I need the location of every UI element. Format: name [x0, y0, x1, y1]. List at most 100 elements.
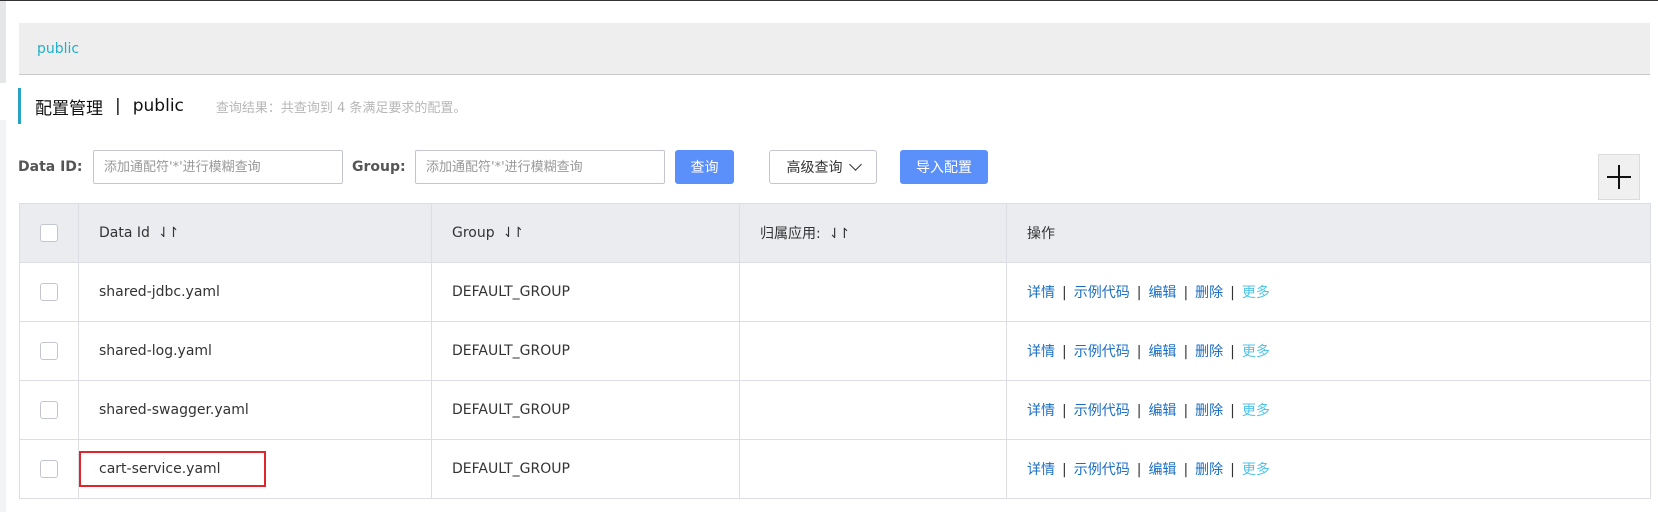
- delete-link[interactable]: 删除: [1195, 285, 1223, 301]
- action-separator: |: [1136, 462, 1142, 478]
- detail-link[interactable]: 详情: [1027, 403, 1055, 419]
- group-cell: DEFAULT_GROUP: [431, 380, 740, 440]
- column-header-group[interactable]: Group ⇃↾: [431, 203, 740, 263]
- select-all-cell: [19, 203, 79, 263]
- import-config-label: 导入配置: [916, 160, 972, 176]
- table-row: shared-log.yaml DEFAULT_GROUP 详情 | 示例代码 | 编辑…: [19, 321, 1651, 381]
- action-separator: |: [1230, 462, 1235, 478]
- data-id-cell: shared-jdbc.yaml: [78, 262, 432, 322]
- actions-cell: 详情 | 示例代码 | 编辑 | 删除 | 更多: [1006, 439, 1651, 499]
- column-header-label: Data Id: [99, 225, 150, 241]
- action-separator: |: [1062, 285, 1067, 301]
- action-separator: |: [1062, 462, 1067, 478]
- detail-link[interactable]: 详情: [1027, 462, 1055, 478]
- action-separator: |: [1136, 344, 1142, 360]
- edit-link[interactable]: 编辑: [1148, 462, 1176, 478]
- advanced-query-label: 高级查询: [786, 160, 843, 176]
- group-cell: DEFAULT_GROUP: [431, 321, 740, 381]
- row-select-cell: [19, 439, 79, 499]
- chevron-down-icon: [848, 158, 862, 171]
- more-link[interactable]: 更多: [1242, 462, 1270, 478]
- group-cell: DEFAULT_GROUP: [431, 439, 740, 499]
- app-cell: [739, 321, 1007, 381]
- action-separator: |: [1062, 344, 1067, 360]
- query-button-label: 查询: [690, 160, 719, 176]
- edit-link[interactable]: 编辑: [1148, 285, 1176, 301]
- group-label: Group:: [352, 159, 406, 175]
- namespace-bar: public: [19, 23, 1650, 75]
- sample-code-link[interactable]: 示例代码: [1074, 344, 1130, 360]
- data-id-label: Data ID:: [18, 159, 83, 175]
- row-select-cell: [19, 262, 79, 322]
- sample-code-link[interactable]: 示例代码: [1074, 285, 1130, 301]
- group-cell: DEFAULT_GROUP: [431, 262, 740, 322]
- app-cell: [739, 439, 1007, 499]
- data-id-cell: shared-log.yaml: [78, 321, 432, 381]
- left-strip: [0, 1, 6, 83]
- delete-link[interactable]: 删除: [1195, 344, 1223, 360]
- group-input[interactable]: [415, 150, 665, 184]
- column-header-data-id[interactable]: Data Id ⇃↾: [78, 203, 432, 263]
- action-separator: |: [1136, 403, 1142, 419]
- action-separator: |: [1230, 344, 1235, 360]
- action-separator: |: [1183, 403, 1189, 419]
- sort-icon[interactable]: ⇃↾: [158, 225, 180, 241]
- row-checkbox[interactable]: [40, 342, 58, 360]
- table-row: shared-swagger.yaml DEFAULT_GROUP 详情 | 示例代…: [19, 380, 1651, 440]
- advanced-query-button[interactable]: 高级查询: [769, 150, 877, 184]
- column-header-label: 操作: [1027, 226, 1055, 242]
- row-checkbox[interactable]: [40, 401, 58, 419]
- action-separator: |: [1183, 285, 1189, 301]
- row-select-cell: [19, 321, 79, 381]
- sort-icon[interactable]: ⇃↾: [503, 225, 525, 241]
- filter-bar: Data ID: Group: 查询 高级查询 导入配置: [18, 150, 1638, 184]
- edit-link[interactable]: 编辑: [1148, 403, 1176, 419]
- query-result-description: 查询结果：共查询到 4 条满足要求的配置。: [215, 100, 467, 116]
- actions-cell: 详情 | 示例代码 | 编辑 | 删除 | 更多: [1006, 262, 1651, 322]
- namespace-link-public[interactable]: public: [37, 41, 79, 57]
- delete-link[interactable]: 删除: [1195, 462, 1223, 478]
- column-header-app[interactable]: 归属应用: ⇃↾: [739, 203, 1007, 263]
- query-button[interactable]: 查询: [675, 150, 734, 184]
- page-title-main: 配置管理: [35, 98, 103, 119]
- action-separator: |: [1183, 344, 1189, 360]
- page-title-separator: |: [115, 96, 121, 116]
- more-link[interactable]: 更多: [1242, 403, 1270, 419]
- highlighted-data-id: cart-service.yaml: [79, 451, 266, 487]
- actions-cell: 详情 | 示例代码 | 编辑 | 删除 | 更多: [1006, 321, 1651, 381]
- action-separator: |: [1183, 462, 1189, 478]
- table-row: cart-service.yaml DEFAULT_GROUP 详情 | 示例代码 |…: [19, 439, 1651, 499]
- action-separator: |: [1136, 285, 1142, 301]
- row-select-cell: [19, 380, 79, 440]
- action-separator: |: [1062, 403, 1067, 419]
- data-id-cell: cart-service.yaml: [78, 439, 432, 499]
- left-strip-lower: [0, 120, 6, 512]
- sample-code-link[interactable]: 示例代码: [1074, 403, 1130, 419]
- delete-link[interactable]: 删除: [1195, 403, 1223, 419]
- app-cell: [739, 262, 1007, 322]
- edit-link[interactable]: 编辑: [1148, 344, 1176, 360]
- add-config-button[interactable]: [1598, 154, 1640, 200]
- detail-link[interactable]: 详情: [1027, 285, 1055, 301]
- more-link[interactable]: 更多: [1242, 344, 1270, 360]
- data-id-input[interactable]: [93, 150, 343, 184]
- action-separator: |: [1230, 285, 1235, 301]
- select-all-checkbox[interactable]: [40, 224, 58, 242]
- data-id-cell: shared-swagger.yaml: [78, 380, 432, 440]
- plus-icon-vertical: [1618, 165, 1620, 189]
- import-config-button[interactable]: 导入配置: [900, 150, 988, 184]
- row-checkbox[interactable]: [40, 283, 58, 301]
- actions-cell: 详情 | 示例代码 | 编辑 | 删除 | 更多: [1006, 380, 1651, 440]
- column-header-label: Group: [452, 225, 495, 241]
- more-link[interactable]: 更多: [1242, 285, 1270, 301]
- row-checkbox[interactable]: [40, 460, 58, 478]
- column-header-actions: 操作: [1006, 203, 1651, 263]
- page-title: 配置管理 | public 查询结果：共查询到 4 条满足要求的配置。: [18, 88, 466, 124]
- column-header-label: 归属应用:: [760, 226, 821, 242]
- detail-link[interactable]: 详情: [1027, 344, 1055, 360]
- top-border: [0, 0, 1658, 1]
- action-separator: |: [1230, 403, 1235, 419]
- sort-icon[interactable]: ⇃↾: [829, 226, 851, 242]
- sample-code-link[interactable]: 示例代码: [1074, 462, 1130, 478]
- app-cell: [739, 380, 1007, 440]
